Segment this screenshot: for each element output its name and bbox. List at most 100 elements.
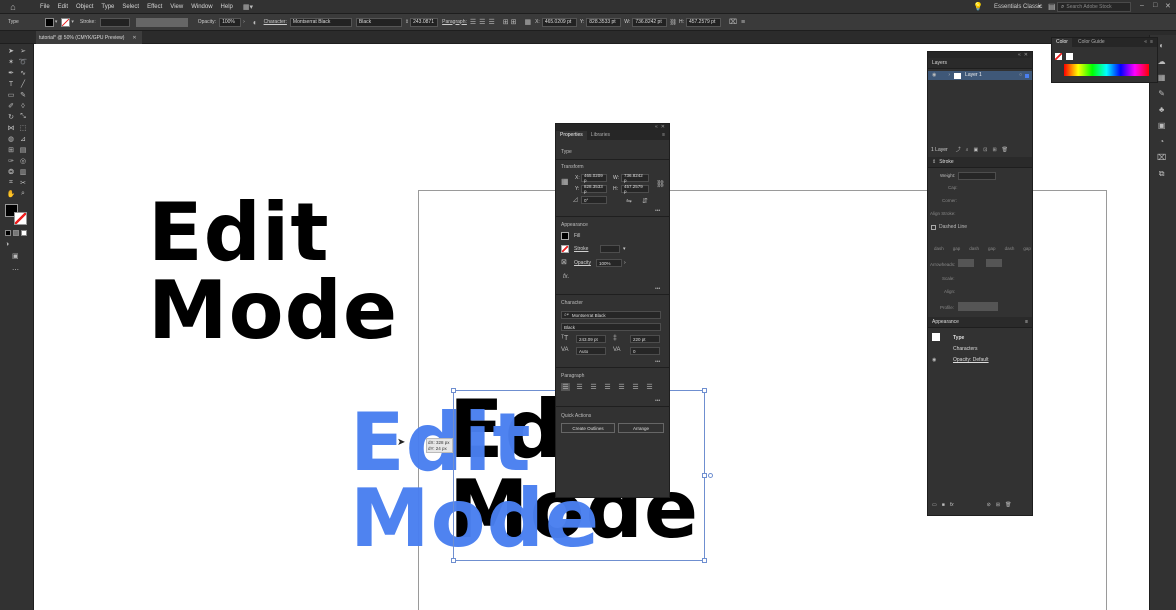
justify-left-icon[interactable]: ☰ — [603, 383, 612, 391]
weight-field[interactable] — [958, 172, 996, 180]
layer-row[interactable]: ◉ › Layer 1 ○ — [928, 71, 1032, 80]
shaper-tool-icon[interactable]: ✐ — [6, 101, 16, 111]
arrange-documents-icon[interactable]: ▦▾ — [243, 3, 253, 11]
color-fill-swatch[interactable] — [1066, 53, 1073, 60]
free-transform-tool-icon[interactable]: ⬚ — [18, 123, 28, 133]
duplicate-icon[interactable]: ⊞ — [996, 503, 1000, 508]
drawing-modes-icon[interactable]: ◑ — [5, 241, 9, 248]
line-tool-icon[interactable]: ╱ — [18, 79, 28, 89]
align-left-icon[interactable]: ☰ — [561, 383, 570, 391]
opacity-field[interactable]: 100% — [596, 259, 622, 267]
cb-font-size[interactable]: 243.0871 — [410, 17, 439, 27]
opacity-label[interactable]: Opacity — [574, 261, 591, 266]
cb-stroke-weight[interactable] — [99, 17, 130, 27]
rectangle-tool-icon[interactable]: ▭ — [6, 90, 16, 100]
none-mode-swatch[interactable] — [21, 230, 27, 236]
direct-selection-tool-icon[interactable]: ➢ — [18, 46, 28, 56]
reference-point-icon[interactable]: ▦ — [524, 18, 531, 26]
collapse-icon[interactable]: « — [1018, 52, 1021, 58]
visibility-eye-icon[interactable]: ◉ — [932, 73, 936, 78]
align-center-icon[interactable]: ☰ — [479, 18, 485, 26]
appearance-characters[interactable]: Characters — [953, 347, 977, 352]
dashed-line-checkbox[interactable] — [931, 225, 936, 230]
flip-horizontal-icon[interactable]: ⇋ — [626, 197, 632, 205]
brushes-icon[interactable]: ✎ — [1157, 89, 1166, 98]
stock-search[interactable]: ⌕ Search Adobe Stock — [1057, 2, 1131, 12]
justify-center-icon[interactable]: ☰ — [617, 383, 626, 391]
transparency-icon[interactable]: ◔ — [1157, 137, 1166, 146]
column-graph-tool-icon[interactable]: ▥ — [18, 167, 28, 177]
artboard-tool-icon[interactable]: ⌗ — [6, 178, 16, 188]
delete-icon[interactable]: 🗑 — [1002, 148, 1008, 153]
stroke-label[interactable]: Stroke — [574, 247, 588, 252]
more-options-icon[interactable]: ••• — [655, 287, 660, 292]
cb-stroke-swatch[interactable] — [61, 17, 71, 27]
cb-h-field[interactable]: 457.2579 pt — [685, 17, 721, 27]
menu-view[interactable]: View — [170, 4, 183, 10]
collapse-icon[interactable]: « — [655, 125, 658, 130]
edit-toolbar-icon[interactable]: ⋯ — [12, 266, 19, 274]
more-options-icon[interactable]: ••• — [655, 209, 660, 214]
expand-arrow-icon[interactable]: › — [948, 73, 950, 78]
arrowhead-end-select[interactable] — [986, 259, 1002, 267]
export-icon[interactable]: ⤴ — [956, 148, 961, 153]
lightbulb-icon[interactable]: 💡 — [973, 2, 983, 11]
more-options-icon[interactable]: ••• — [655, 399, 660, 404]
panel-menu-icon[interactable]: ≡ — [662, 133, 665, 138]
arrowhead-start-select[interactable] — [958, 259, 974, 267]
arrange-button[interactable]: Arrange — [618, 423, 664, 433]
panel-toggle-icon[interactable]: ⇕ — [932, 159, 936, 165]
stroke-panel-header[interactable]: ⇕ Stroke — [928, 157, 1032, 168]
font-style-field[interactable]: Black — [561, 323, 661, 331]
appearance-panel-header[interactable]: Appearance ≡ — [928, 317, 1032, 328]
cb-font-style[interactable]: Black — [355, 17, 402, 27]
stroke-weight-field[interactable] — [600, 245, 620, 253]
align-left-icon[interactable]: ☰ — [470, 18, 476, 26]
panel-menu-icon[interactable]: ≡ — [741, 19, 745, 26]
graphic-styles-icon[interactable]: ▣ — [1157, 121, 1166, 130]
menu-object[interactable]: Object — [76, 4, 93, 10]
close-panel-icon[interactable]: ✕ — [661, 125, 665, 130]
transform-h-field[interactable]: 457.2579 p — [621, 184, 649, 194]
screen-mode-icon[interactable]: ▣ — [12, 252, 19, 260]
menu-type[interactable]: Type — [101, 4, 114, 10]
cb-y-field[interactable]: 828.3533 pt — [586, 17, 622, 27]
selection-tool-icon[interactable]: ➤ — [6, 46, 16, 56]
new-sublayer-icon[interactable]: ⊡ — [983, 148, 987, 153]
tracking-field[interactable]: 0 — [630, 347, 660, 355]
pen-tool-icon[interactable]: ✒ — [6, 68, 16, 78]
locate-object-icon[interactable]: ⌕ — [966, 148, 969, 153]
width-tool-icon[interactable]: ⋈ — [6, 123, 16, 133]
gradient-tool-icon[interactable]: ▤ — [18, 145, 28, 155]
hand-tool-icon[interactable]: ✋ — [6, 189, 16, 199]
leading-field[interactable]: 220 pt — [630, 335, 660, 343]
align-objects-icon[interactable]: ⊞ — [503, 18, 509, 26]
scale-tool-icon[interactable]: ⤡ — [18, 112, 28, 122]
font-family-field[interactable]: ⌕▾ Montserrat Black — [561, 311, 661, 319]
artboards-panel-icon[interactable]: ⧉ — [1157, 169, 1166, 179]
cb-variable-width[interactable] — [135, 17, 188, 27]
stroke-swatch[interactable] — [561, 245, 569, 253]
cb-fill-swatch[interactable] — [44, 17, 54, 27]
menu-edit[interactable]: Edit — [58, 4, 68, 10]
tab-libraries[interactable]: Libraries — [587, 131, 614, 140]
appearance-opacity[interactable]: Opacity: Default — [953, 358, 989, 363]
cb-paragraph-label[interactable]: Paragraph: — [442, 19, 467, 25]
blend-tool-icon[interactable]: ◎ — [18, 156, 28, 166]
tab-color[interactable]: Color — [1052, 38, 1072, 47]
workspace-switcher[interactable]: Essentials Classic — [994, 4, 1042, 10]
type-tool-icon[interactable]: T — [6, 79, 16, 89]
cc-libraries-icon[interactable]: ☁ — [1157, 57, 1166, 66]
justify-right-icon[interactable]: ☰ — [631, 383, 640, 391]
fill-swatch[interactable] — [561, 232, 569, 240]
slice-tool-icon[interactable]: ✂ — [18, 178, 28, 188]
chevron-down-icon[interactable]: ▾ — [623, 247, 626, 252]
zoom-tool-icon[interactable]: ⌕ — [18, 189, 28, 199]
eraser-tool-icon[interactable]: ◊ — [18, 101, 28, 111]
mesh-tool-icon[interactable]: ⊞ — [6, 145, 16, 155]
color-mode-swatch[interactable] — [5, 230, 11, 236]
align-right-icon[interactable]: ☰ — [589, 383, 598, 391]
chevron-right-icon[interactable]: › — [243, 19, 245, 25]
rotate-tool-icon[interactable]: ↻ — [6, 112, 16, 122]
chevron-right-icon[interactable]: › — [624, 261, 626, 266]
